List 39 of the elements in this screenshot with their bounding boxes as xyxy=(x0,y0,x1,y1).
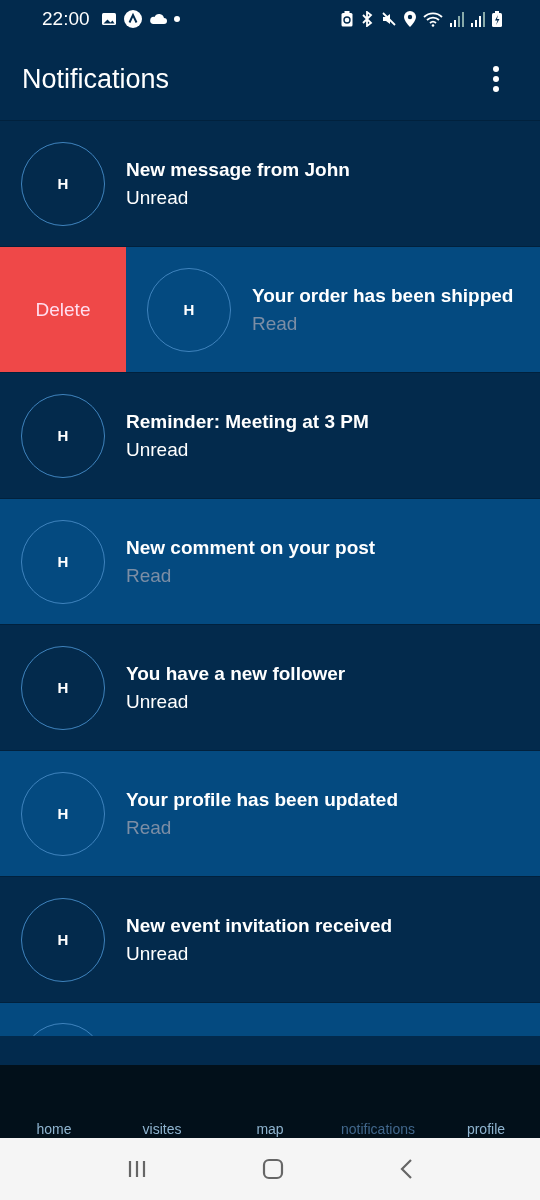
read-status: Unread xyxy=(126,942,190,965)
notification-title: New comment on your post xyxy=(126,536,376,559)
signal-icon xyxy=(471,11,485,27)
notification-title: You have a new follower xyxy=(126,662,346,685)
notification-title: Your profile has been updated xyxy=(126,788,398,811)
battery-saver-icon xyxy=(341,11,353,27)
notification-title: New event invitation received xyxy=(126,914,393,937)
cloud-icon xyxy=(148,13,167,25)
more-options-icon[interactable] xyxy=(492,65,500,93)
read-status: Unread xyxy=(126,690,190,713)
status-time: 22:00 xyxy=(42,8,90,30)
gallery-icon xyxy=(100,11,117,27)
notification-item[interactable]: Delete H Your order has been shipped Read xyxy=(0,246,540,372)
read-status: Read xyxy=(252,312,299,335)
read-status: Unread xyxy=(126,438,190,461)
nav-tab[interactable]: profile xyxy=(432,1121,540,1137)
nav-tab[interactable]: home xyxy=(0,1121,108,1137)
wifi-icon xyxy=(423,11,443,27)
app-logo-icon xyxy=(123,10,142,28)
bluetooth-icon xyxy=(360,11,374,27)
back-icon[interactable] xyxy=(398,1158,413,1180)
mute-icon xyxy=(381,11,397,27)
notification-title: Reminder: Meeting at 3 PM xyxy=(126,410,369,433)
read-status: Unread xyxy=(126,186,190,209)
nav-tab[interactable]: map xyxy=(216,1121,324,1137)
page-title: Notifications xyxy=(22,63,170,95)
signal-icon xyxy=(450,11,464,27)
home-icon[interactable] xyxy=(262,1158,284,1180)
notification-item[interactable]: H Your profile has been updated Read xyxy=(0,750,540,876)
dot-icon xyxy=(173,16,180,22)
notification-title: New message from John xyxy=(126,158,350,181)
location-icon xyxy=(404,11,416,27)
battery-charging-icon xyxy=(492,11,502,27)
notification-title: Your order has been shipped xyxy=(252,284,514,307)
notification-item[interactable]: H New comment on your post Read xyxy=(0,498,540,624)
nav-tab[interactable]: visites xyxy=(108,1121,216,1137)
read-status: Read xyxy=(126,564,173,587)
recent-apps-icon[interactable] xyxy=(127,1159,148,1179)
read-status: Read xyxy=(126,816,173,839)
